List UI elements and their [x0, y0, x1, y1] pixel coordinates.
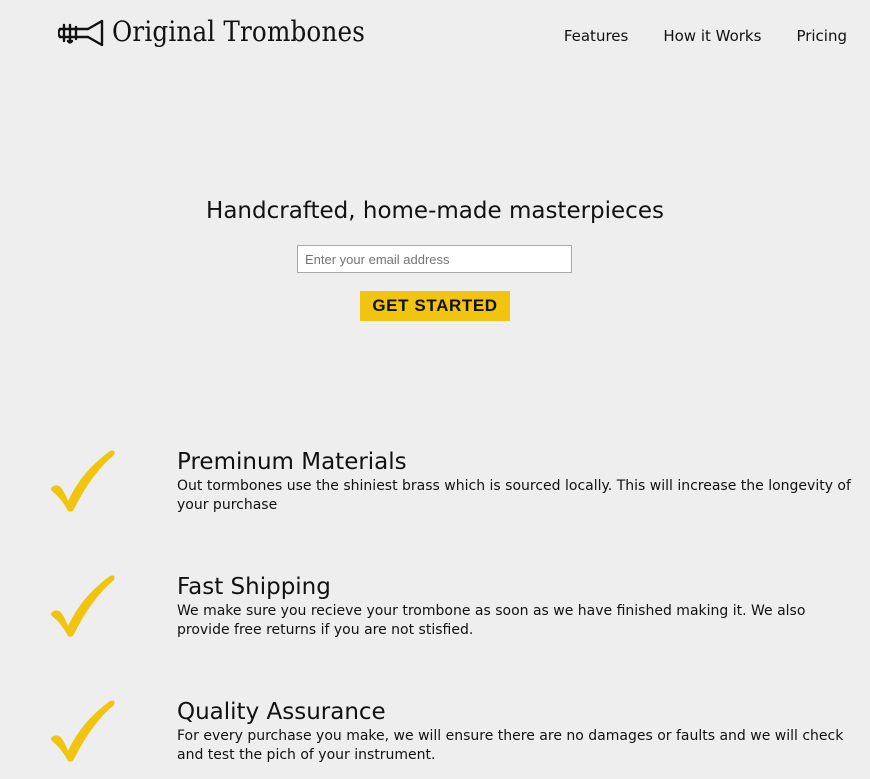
site-header: Original Trombones Features How it Works… [0, 0, 870, 70]
feature-item: Quality Assurance For every purchase you… [0, 699, 870, 779]
feature-text: Preminum Materials Out tormbones use the… [177, 449, 857, 515]
feature-title: Quality Assurance [177, 699, 386, 725]
feature-title: Preminum Materials [177, 449, 407, 475]
nav-link-features[interactable]: Features [564, 27, 629, 45]
feature-text: Fast Shipping We make sure you recieve y… [177, 574, 857, 640]
feature-title: Fast Shipping [177, 574, 331, 600]
hero-title: Handcrafted, home-made masterpieces [206, 198, 664, 224]
feature-description: For every purchase you make, we will ens… [177, 728, 844, 763]
nav-link-pricing[interactable]: Pricing [796, 27, 847, 45]
feature-item: Fast Shipping We make sure you recieve y… [0, 574, 870, 654]
feature-item: Preminum Materials Out tormbones use the… [0, 449, 870, 529]
main-nav: Features How it Works Pricing [564, 27, 847, 45]
checkmark-icon [51, 450, 115, 512]
nav-link-how-it-works[interactable]: How it Works [663, 27, 761, 45]
feature-description: Out tormbones use the shiniest brass whi… [177, 478, 851, 513]
get-started-button[interactable]: GET STARTED [360, 291, 510, 321]
email-input[interactable] [297, 245, 572, 273]
feature-text: Quality Assurance For every purchase you… [177, 699, 857, 765]
feature-description: We make sure you recieve your trombone a… [177, 603, 806, 638]
checkmark-icon [51, 700, 115, 762]
brand-name: Original Trombones [112, 15, 366, 48]
checkmark-icon [51, 575, 115, 637]
trombone-icon [58, 19, 104, 47]
brand-logo[interactable]: Original Trombones [58, 16, 400, 48]
